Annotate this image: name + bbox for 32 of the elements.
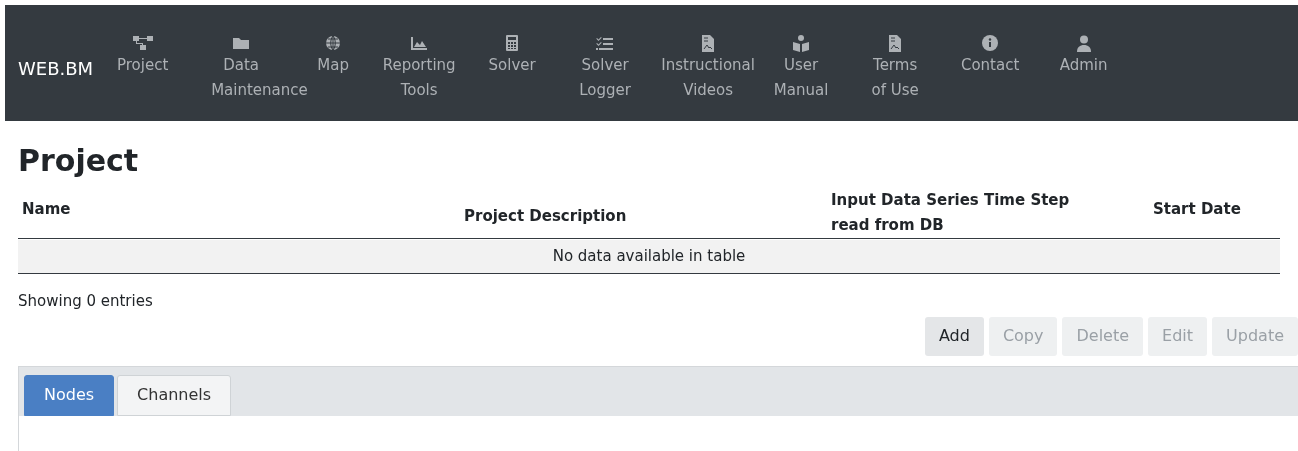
toolbar-button[interactable]: Add <box>924 316 984 356</box>
nav-link[interactable]: Contact <box>944 33 1037 78</box>
column-header[interactable]: Project Description <box>464 204 627 229</box>
table-info: Showing 0 entries <box>18 291 154 312</box>
folder-icon <box>232 35 251 51</box>
nav-link[interactable]: Instructional Videos <box>660 33 757 103</box>
page-title: Project <box>18 142 140 180</box>
document-icon <box>888 34 903 52</box>
nav-link[interactable]: Solver Logger <box>550 33 661 103</box>
nav-link[interactable]: Admin <box>1036 33 1132 78</box>
nav-link[interactable]: Terms of Use <box>846 33 945 103</box>
empty-table-message: No data available in table <box>552 246 746 268</box>
document-icon <box>701 34 716 52</box>
nav-link[interactable]: Solver <box>474 33 551 78</box>
globe-icon <box>325 35 342 51</box>
book-reader-icon <box>792 34 811 52</box>
nav-link[interactable]: Reporting Tools <box>364 33 475 103</box>
user-icon <box>1075 34 1092 52</box>
column-header[interactable]: Start Date <box>1153 197 1241 222</box>
nav-link[interactable]: Map <box>302 33 365 78</box>
tab[interactable]: Nodes <box>24 374 115 416</box>
info-icon <box>982 35 999 51</box>
brand-link[interactable]: WEB.BM <box>18 55 94 82</box>
tab[interactable]: Channels <box>117 374 232 416</box>
calculator-icon <box>505 35 520 51</box>
area-chart-icon <box>410 35 429 51</box>
hierarchy-icon <box>131 34 154 52</box>
nav-link[interactable]: User Manual <box>756 33 847 103</box>
column-header[interactable]: Name <box>22 197 71 222</box>
checklist-icon <box>596 35 615 51</box>
nav-link[interactable]: Project <box>105 33 181 78</box>
column-header[interactable]: Input Data Series Time Step read from DB <box>831 187 1101 238</box>
